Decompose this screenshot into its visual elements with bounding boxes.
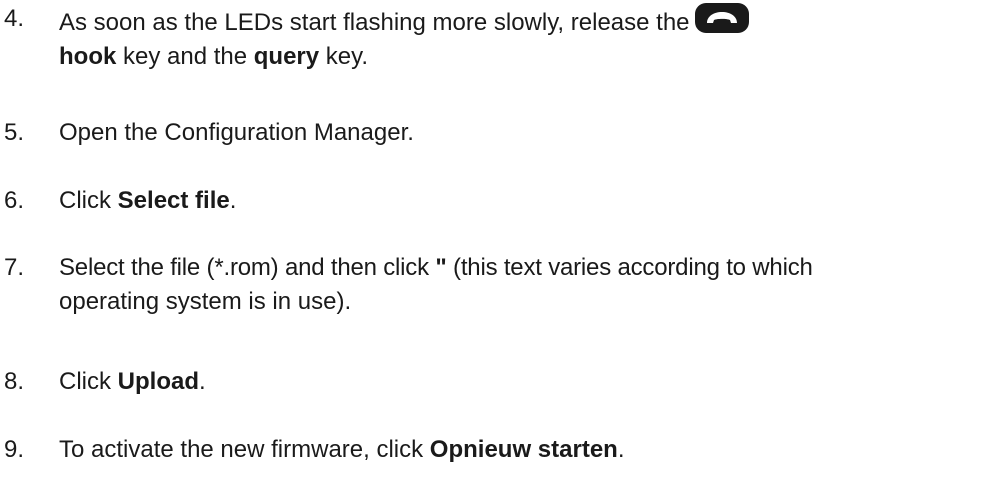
query-key-label: query [253, 43, 320, 70]
step-text: Click Upload. [59, 365, 979, 399]
step-number: 9. [4, 436, 25, 463]
step-line-1: Open the Configuration Manager. [59, 119, 414, 146]
step-text-segment: key and the [116, 43, 254, 70]
select-file-label: Select file [117, 187, 230, 214]
step-line-1: Select the file (*.rom) and then click "… [59, 251, 979, 285]
step-text-segment: Select the file (*.rom) and then click [59, 254, 436, 281]
handset-hook-icon [694, 3, 749, 33]
restart-label: Opnieuw starten [429, 436, 618, 463]
upload-label: Upload [117, 368, 199, 395]
step-line-1: Click Upload. [59, 365, 979, 399]
step-text-segment: Click [59, 368, 118, 395]
open-button-label: " [435, 254, 447, 281]
step-text: As soon as the LEDs start flashing more … [59, 2, 979, 74]
step-line-2: hook key and the query key. [59, 40, 979, 74]
step-number: 6. [4, 187, 25, 214]
step-number: 7. [4, 254, 25, 281]
step-text-segment: key. [319, 43, 369, 70]
step-number: 8. [4, 368, 25, 395]
step-line-2: operating system is in use). [59, 288, 352, 315]
step-text-segment: . [617, 436, 625, 463]
step-line-1: Click Select file. [59, 184, 979, 218]
step-line-1: To activate the new firmware, click Opni… [59, 433, 979, 467]
hook-key-label: hook [59, 43, 117, 70]
step-line-1: As soon as the LEDs start flashing more … [59, 2, 979, 40]
step-number: 5. [4, 119, 25, 146]
step-text-segment: . [199, 368, 206, 395]
step-text-segment: (this text varies according to which [446, 254, 813, 281]
step-text-segment: As soon as the LEDs start flashing more … [59, 9, 690, 36]
step-text: Click Select file. [59, 184, 979, 218]
step-text-segment: . [229, 187, 237, 214]
step-text: To activate the new firmware, click Opni… [59, 433, 979, 467]
step-text-segment: To activate the new firmware, click [59, 436, 430, 463]
step-text: Open the Configuration Manager. [59, 116, 979, 150]
step-text-segment: Click [59, 187, 118, 214]
step-number: 4. [4, 5, 25, 32]
step-text: Select the file (*.rom) and then click "… [59, 251, 979, 319]
